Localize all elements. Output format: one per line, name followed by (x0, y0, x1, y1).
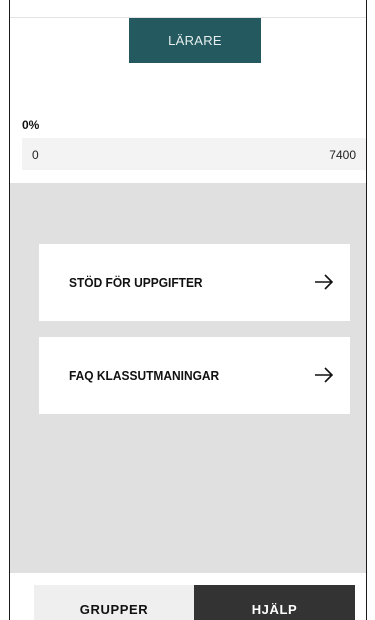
viewport-border-right (366, 0, 367, 620)
progress-max-value: 7400 (329, 148, 356, 162)
progress-bar: 0 7400 (22, 138, 366, 170)
card-label: FAQ KLASSUTMANINGAR (69, 368, 220, 383)
arrow-right-icon (315, 367, 334, 383)
help-panel: STÖD FÖR UPPGIFTER FAQ KLASSUTMANINGAR (10, 183, 366, 573)
progress-min-value: 0 (32, 148, 39, 162)
card-task-support[interactable]: STÖD FÖR UPPGIFTER (39, 244, 350, 321)
arrow-right-icon (315, 274, 334, 290)
tab-help[interactable]: HJÄLP (194, 585, 355, 620)
card-label: STÖD FÖR UPPGIFTER (69, 275, 203, 290)
progress-percent: 0% (22, 118, 40, 132)
tab-groups[interactable]: GRUPPER (34, 585, 194, 620)
card-faq-class-challenges[interactable]: FAQ KLASSUTMANINGAR (39, 337, 350, 414)
bottom-navigation: GRUPPER HJÄLP (10, 573, 366, 620)
role-button-teacher[interactable]: LÄRARE (129, 18, 261, 63)
